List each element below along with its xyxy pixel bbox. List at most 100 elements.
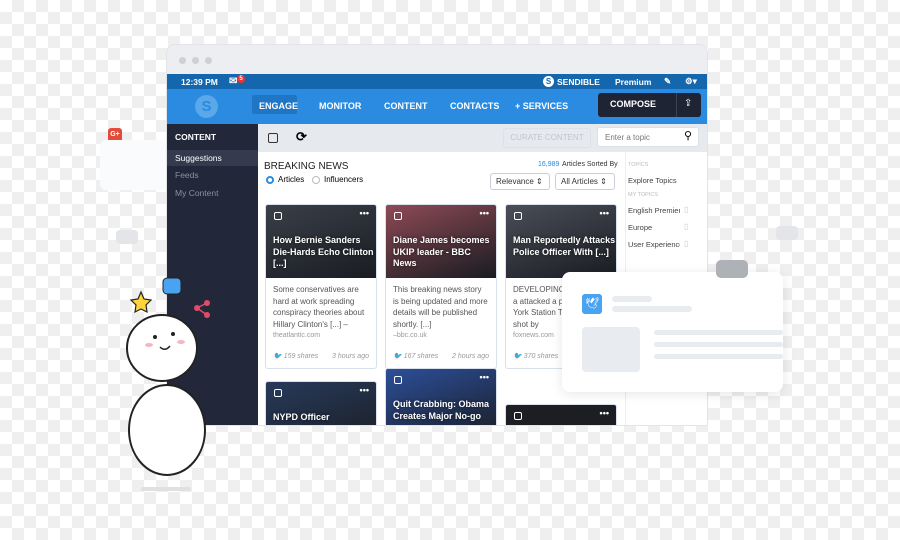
article-image: •••	[506, 405, 616, 425]
clock: 12:39 PM	[181, 77, 218, 87]
share-icon	[194, 300, 210, 318]
chat-bubble-icon	[776, 226, 798, 240]
explore-topics-link[interactable]: Explore Topics	[628, 176, 677, 185]
twitter-icon: 🕊	[582, 294, 602, 314]
window-dot	[179, 57, 186, 64]
more-options-icon[interactable]: •••	[480, 372, 489, 382]
filter-select[interactable]: All Articles ⇕	[555, 173, 615, 190]
mail-badge: 5	[237, 75, 245, 83]
article-image: ••• Diane James becomes UKIP leader - BB…	[386, 205, 496, 278]
article-checkbox[interactable]	[514, 212, 522, 220]
article-title[interactable]: How Bernie Sanders Die-Hards Echo Clinto…	[273, 235, 376, 270]
more-options-icon[interactable]: •••	[600, 208, 609, 218]
share-count: 🐦 159 shares	[273, 352, 319, 360]
gear-icon[interactable]: ⚙▾	[685, 76, 697, 87]
thumbs-up-icon	[162, 277, 182, 295]
more-options-icon[interactable]: •••	[360, 208, 369, 218]
upload-icon[interactable]: ⇪	[684, 98, 692, 109]
article-image: ••• Man Reportedly Attacks Police Office…	[506, 205, 616, 278]
topic-item[interactable]: Europe	[628, 223, 652, 232]
nav-content[interactable]: CONTENT	[384, 101, 428, 111]
clipboard-icon[interactable]: ▯	[684, 205, 688, 214]
sidebar-item-feeds[interactable]: Feeds	[167, 167, 258, 183]
article-checkbox[interactable]	[514, 412, 522, 420]
article-excerpt: This breaking news story is being update…	[393, 285, 488, 329]
topic-item[interactable]: User Experience	[628, 240, 680, 249]
sidebar-item-my-content[interactable]: My Content	[167, 185, 258, 201]
search-icon[interactable]: ⚲	[684, 129, 692, 142]
decorative-card	[100, 140, 167, 190]
compose-label: COMPOSE	[610, 99, 657, 109]
article-card[interactable]: ••• NYPD Officer	[265, 381, 377, 425]
article-source[interactable]: –bbc.co.uk	[393, 330, 489, 342]
sidebar-heading: CONTENT	[175, 132, 217, 142]
topic-item[interactable]: English Premier	[628, 206, 680, 215]
article-image: ••• How Bernie Sanders Die-Hards Echo Cl…	[266, 205, 376, 278]
share-count: 🐦 370 shares	[513, 352, 559, 360]
article-card[interactable]: ••• How Bernie Sanders Die-Hards Echo Cl…	[265, 204, 377, 369]
radio-label: Articles	[278, 175, 305, 184]
sort-value: Relevance	[496, 177, 534, 186]
nav-services[interactable]: + SERVICES	[515, 101, 568, 111]
clipboard-icon[interactable]: ▯	[684, 239, 688, 248]
sidebar-item-suggestions[interactable]: Suggestions	[167, 150, 258, 166]
refresh-icon[interactable]: ⟳	[296, 129, 307, 145]
window-dot	[192, 57, 199, 64]
article-title[interactable]: Diane James becomes UKIP leader - BBC Ne…	[393, 235, 496, 270]
more-options-icon[interactable]: •••	[600, 408, 609, 418]
more-options-icon[interactable]: •••	[360, 385, 369, 395]
app-logo-icon: S	[195, 95, 218, 118]
nav-engage[interactable]: ENGAGE	[259, 101, 298, 111]
article-image: ••• Quit Crabbing: Obama Creates Major N…	[386, 369, 496, 425]
article-excerpt: Some conservatives are hard at work spre…	[273, 285, 365, 329]
clipboard-icon[interactable]: ▯	[684, 222, 688, 231]
brand-menu[interactable]: SENDIBLE	[557, 77, 600, 87]
divider	[676, 93, 677, 117]
article-checkbox[interactable]	[394, 212, 402, 220]
nav-contacts[interactable]: CONTACTS	[450, 101, 499, 111]
article-image: ••• NYPD Officer	[266, 382, 376, 425]
my-topics-label: MY TOPICS	[628, 192, 658, 198]
chat-bubble-icon	[716, 260, 748, 278]
article-title[interactable]: NYPD Officer	[273, 412, 330, 424]
sort-select[interactable]: Relevance ⇕	[490, 173, 550, 190]
toolbar: ⟳ CURATE CONTENT ⚲	[258, 124, 707, 152]
window-titlebar	[167, 45, 707, 74]
compose-button[interactable]: COMPOSE ⇪	[598, 93, 701, 117]
share-count: 🐦 167 shares	[393, 352, 439, 360]
article-time: 3 hours ago	[332, 352, 369, 360]
tools-icon[interactable]: ✎	[664, 76, 671, 87]
article-title[interactable]: Quit Crabbing: Obama Creates Major No-go	[393, 399, 496, 422]
plan-label[interactable]: Premium	[615, 77, 651, 87]
chat-bubble-icon	[116, 230, 138, 244]
curate-content-button[interactable]: CURATE CONTENT	[503, 128, 591, 148]
star-icon	[129, 290, 153, 314]
share-count-text: 167 shares	[403, 352, 439, 360]
select-all-checkbox[interactable]	[268, 133, 278, 143]
share-count-text: 370 shares	[523, 352, 559, 360]
mascot-illustration	[126, 277, 210, 491]
article-checkbox[interactable]	[274, 389, 282, 397]
article-card[interactable]: •••	[505, 404, 617, 425]
article-checkbox[interactable]	[394, 376, 402, 384]
radio-label: Influencers	[324, 175, 364, 184]
radio-influencers[interactable]	[312, 176, 320, 184]
article-card[interactable]: ••• Quit Crabbing: Obama Creates Major N…	[385, 368, 497, 425]
share-count-text: 159 shares	[283, 352, 319, 360]
article-title[interactable]: Man Reportedly Attacks Police Officer Wi…	[513, 235, 616, 258]
more-options-icon[interactable]: •••	[480, 208, 489, 218]
article-time: 2 hours ago	[452, 352, 489, 360]
nav-monitor[interactable]: MONITOR	[319, 101, 361, 111]
main-nav: S ENGAGE MONITOR CONTENT CONTACTS + SERV…	[167, 89, 707, 124]
top-bar: 12:39 PM ✉ 5 S SENDIBLE Premium ✎ ⚙▾	[167, 74, 707, 89]
window-dot	[205, 57, 212, 64]
article-count: 16,989	[538, 161, 560, 168]
article-source[interactable]: theatlantic.com	[273, 330, 369, 342]
sorted-by-label: Articles Sorted By	[562, 161, 618, 168]
sendible-logo-icon: S	[543, 76, 554, 87]
twitter-post-card: 🕊	[562, 272, 783, 392]
topics-label: TOPICS	[628, 162, 649, 168]
radio-articles[interactable]	[266, 176, 274, 184]
article-card[interactable]: ••• Diane James becomes UKIP leader - BB…	[385, 204, 497, 369]
article-checkbox[interactable]	[274, 212, 282, 220]
